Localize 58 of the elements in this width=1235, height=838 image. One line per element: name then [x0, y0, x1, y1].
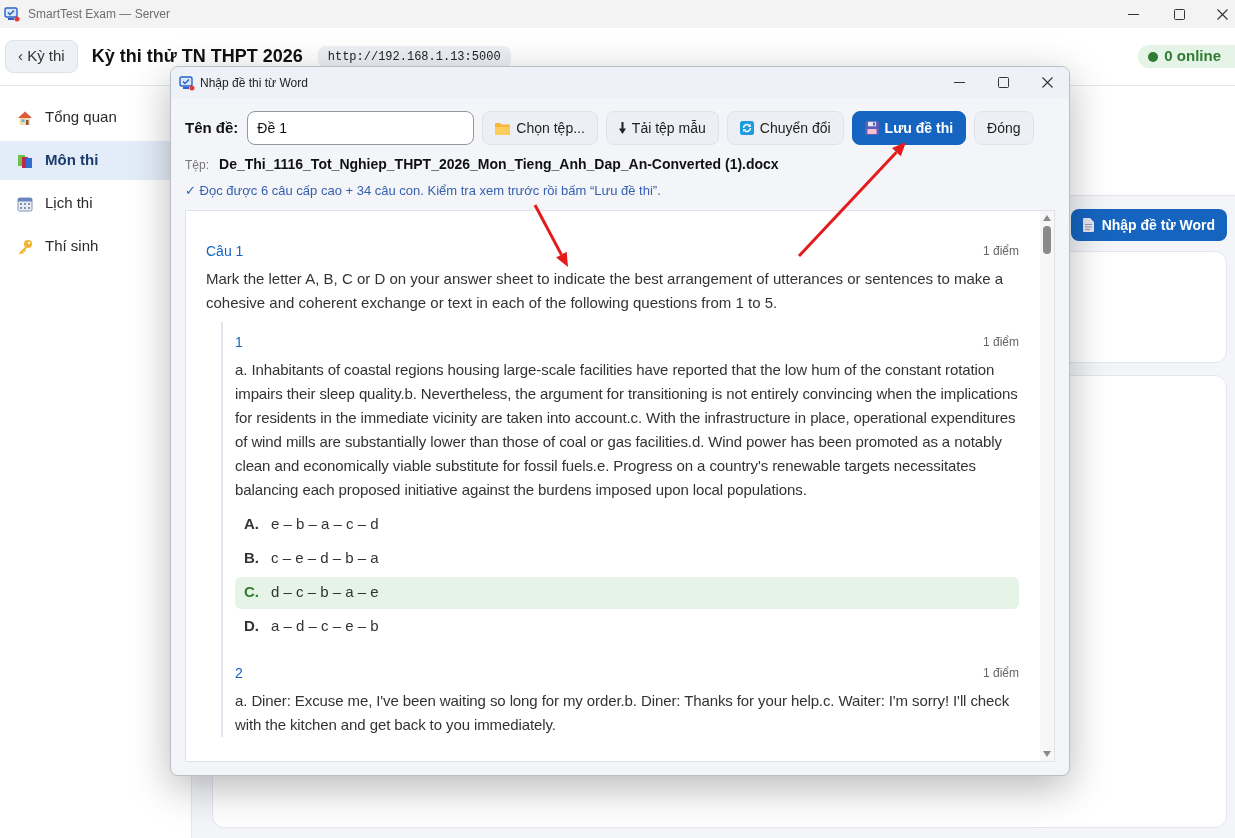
close-icon — [1217, 8, 1228, 20]
exam-title: Kỳ thi thử TN THPT 2026 — [91, 45, 303, 68]
sidebar-item[interactable]: Lịch thi — [0, 184, 179, 223]
down-arrow-icon — [618, 122, 626, 134]
question-points: 1 điểm — [982, 242, 1019, 260]
dialog-title: Nhập đề thi từ Word — [200, 74, 308, 92]
scrollbar[interactable] — [1040, 210, 1054, 761]
option-text: c – e – d – b – a — [271, 548, 379, 569]
convert-button[interactable]: Chuyển đổi — [726, 111, 844, 145]
close-dialog-button[interactable]: Đóng — [974, 111, 1034, 145]
question-text: a. Diner: Excuse me, I've been waiting so long for my order.b. Diner: Thanks for your help.c. Waiter: I'm sorry! I'll check with the kitchen and get back to you immediately. — [235, 690, 1011, 735]
option-text: d – c – b – a – e — [271, 582, 379, 603]
annotation-arrow — [533, 204, 568, 267]
app-logo-icon — [4, 6, 20, 22]
window-title: SmartTest Exam — Server — [28, 6, 171, 23]
maximize-icon — [997, 77, 1009, 88]
import-word-button[interactable]: Nhập đề từ Word — [1070, 209, 1227, 241]
refresh-icon — [739, 121, 754, 135]
sidebar-item[interactable]: Tổng quan — [0, 98, 179, 137]
question-text: Mark the letter A, B, C or D on your answer sheet to indicate the best arrangement of utterances or sentences to make a cohesive and coherent exchange or text in each of the following questions from 1 to 5. — [206, 268, 1005, 313]
house-icon — [17, 109, 33, 126]
minimize-icon — [1127, 13, 1139, 15]
scroll-down-icon[interactable] — [1043, 751, 1051, 757]
save-exam-button[interactable]: Lưu đề thi — [851, 111, 967, 145]
scrollbar-thumb[interactable] — [1043, 225, 1051, 254]
file-label: Tệp: — [185, 157, 209, 174]
calendar-icon — [17, 195, 33, 212]
key-icon — [17, 238, 33, 255]
option-letter: B. — [244, 548, 260, 569]
maximize-icon — [1173, 8, 1185, 20]
online-count: 0 online — [1164, 46, 1221, 67]
name-input-field[interactable]: Đề 1 — [247, 111, 475, 145]
option-letter: D. — [244, 616, 260, 637]
back-button[interactable]: ‹ Kỳ thi — [5, 40, 78, 73]
option-text: e – b – a – c – d — [271, 514, 379, 535]
server-url: http://192.168.1.13:5000 — [317, 45, 511, 68]
file-name: De_Thi_1116_Tot_Nghiep_THPT_2026_Mon_Tieng_Anh_Dap_An-Converted (1).docx — [219, 155, 779, 174]
question-text: a. Inhabitants of coastal regions housing large-scale facilities have reported that the low hum of the constant rotation impairs their sleep quality.b. Nevertheless, the argument for transitioning is not entirely convincing when the implications for residents in the immediate vicinity are taken into account.c. With the infrastructure in place, operational expenditures of wind mills are substantially lower than those of coal or gas facilities.d. Wind power has been promoted as a notably clean and economically viable substitute for fossil fuels.e. Progress on a country's renewable targets necessitates balancing each proposed initiative against the burdens imposed upon local populations. — [235, 359, 1019, 500]
name-label: Tên đề: — [185, 117, 239, 138]
document-icon — [1082, 218, 1094, 232]
question-points: 1 điểm — [982, 664, 1019, 682]
sidebar-item[interactable]: Thí sinh — [0, 227, 179, 266]
question-label: 2 — [235, 663, 243, 683]
minimize-icon — [953, 82, 965, 83]
dialog-logo-icon — [179, 74, 195, 91]
status-message: ✓ Đọc được 6 câu cấp cao + 34 câu con. Kiểm tra xem trước rồi bấm “Lưu đề thi”. — [185, 182, 661, 200]
option-letter: A. — [244, 514, 260, 535]
books-icon — [17, 152, 33, 169]
question-label: Câu 1 — [206, 241, 244, 261]
question-label: 1 — [235, 332, 243, 352]
choose-file-button[interactable]: Chọn tệp... — [482, 111, 598, 145]
option-text: a – d – c – e – b — [271, 616, 379, 637]
close-icon — [1041, 77, 1053, 88]
option-letter: C. — [244, 582, 260, 603]
folder-icon — [495, 121, 511, 135]
question-points: 1 điểm — [982, 333, 1019, 351]
download-template-button[interactable]: Tải tệp mẫu — [605, 111, 719, 145]
scroll-up-icon[interactable] — [1043, 214, 1051, 221]
